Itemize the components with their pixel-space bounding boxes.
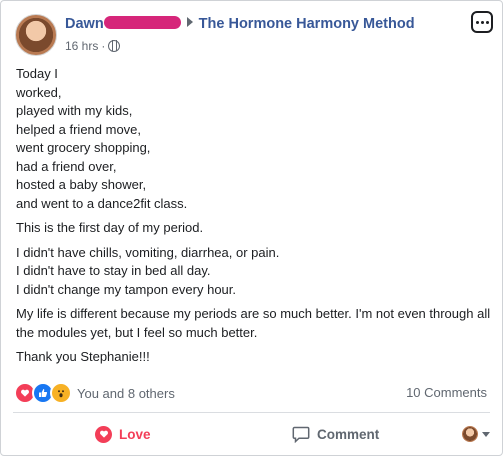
love-icon bbox=[95, 425, 112, 443]
group-link[interactable]: The Hormone Harmony Method bbox=[199, 16, 415, 32]
author-avatar[interactable] bbox=[15, 14, 57, 56]
dot-icon bbox=[485, 20, 489, 24]
wow-reaction-icon bbox=[50, 382, 72, 404]
dot-icon bbox=[475, 20, 479, 24]
post-text-line: helped a friend move, bbox=[16, 121, 142, 137]
post-text-line: worked, bbox=[16, 84, 62, 100]
post-text-line: This is the first day of my period. bbox=[16, 220, 204, 235]
post-timestamp[interactable]: 16 hrs bbox=[65, 39, 98, 53]
post-paragraph: My life is different because my periods … bbox=[16, 305, 491, 342]
post-text-line: My life is different because my periods … bbox=[16, 306, 491, 340]
identity-chooser[interactable] bbox=[462, 426, 490, 442]
comment-button[interactable]: Comment bbox=[292, 426, 379, 443]
group-privacy-icon[interactable] bbox=[108, 40, 121, 52]
comment-icon bbox=[292, 426, 310, 443]
post-card: Dawn The Hormone Harmony Method 16 hrs · T… bbox=[0, 0, 503, 456]
post-text-line: went grocery shopping, bbox=[16, 140, 151, 155]
meta-separator: · bbox=[101, 39, 106, 53]
author-name[interactable]: Dawn bbox=[65, 16, 104, 32]
actions-divider bbox=[13, 412, 490, 413]
dot-icon bbox=[480, 20, 484, 24]
reaction-count-text[interactable]: You and 8 others bbox=[77, 386, 175, 401]
post-text-line: played with my kids, bbox=[16, 103, 133, 118]
more-options-button[interactable] bbox=[471, 11, 493, 33]
redaction-mark bbox=[103, 16, 181, 29]
post-paragraph: This is the first day of my period. bbox=[16, 219, 491, 238]
post-paragraph: Thank you Stephanie!!! bbox=[16, 348, 491, 367]
chevron-down-icon bbox=[482, 431, 490, 437]
comments-count[interactable]: 10 Comments bbox=[406, 385, 487, 400]
post-paragraph: Today I worked, played with my kids, helped… bbox=[16, 65, 491, 213]
post-text-line: I didn't have to stay in bed all day. bbox=[16, 263, 211, 278]
comment-button-label: Comment bbox=[317, 426, 380, 442]
love-button[interactable]: Love bbox=[95, 425, 151, 443]
post-actions: Love Comment bbox=[13, 419, 490, 449]
post-text-line: I didn't change my tampon every hour. bbox=[16, 281, 236, 297]
post-text-line: Thank you Stephanie!!! bbox=[16, 349, 150, 364]
post-meta: 16 hrs · bbox=[65, 39, 121, 53]
post-header: Dawn The Hormone Harmony Method bbox=[65, 16, 415, 32]
post-text-line: Today I bbox=[16, 66, 58, 81]
reactions-summary[interactable]: You and 8 others bbox=[14, 382, 175, 404]
love-button-label: Love bbox=[119, 426, 151, 442]
post-paragraph: I didn't have chills, vomiting, diarrhea… bbox=[16, 244, 491, 300]
post-text-line: and went to a dance2fit class. bbox=[16, 195, 188, 211]
user-avatar bbox=[462, 426, 478, 442]
post-text-line: had a friend over, bbox=[16, 158, 117, 174]
post-text-line: I didn't have chills, vomiting, diarrhea… bbox=[16, 244, 280, 260]
post-body: Today I worked, played with my kids, helped… bbox=[16, 65, 491, 373]
shared-to-arrow-icon bbox=[186, 17, 193, 27]
post-text-line: hosted a baby shower, bbox=[16, 177, 147, 192]
